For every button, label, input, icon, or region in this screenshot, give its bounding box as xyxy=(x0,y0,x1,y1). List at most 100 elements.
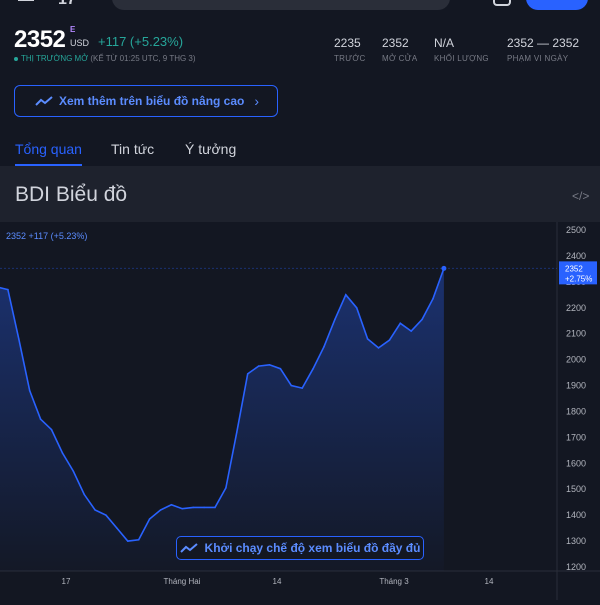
data-point xyxy=(432,297,434,300)
y-tick-label: 2500 xyxy=(566,225,586,235)
data-point xyxy=(203,506,205,509)
tab-overview[interactable]: Tổng quan xyxy=(15,141,82,166)
data-point xyxy=(148,518,151,520)
launch-full-chart-button[interactable]: Khởi chạy chế độ xem biểu đồ đầy đủ xyxy=(176,536,424,560)
last-price-value: 2352 xyxy=(565,264,583,273)
trend-line-icon xyxy=(179,543,198,553)
stat-label: MỞ CỬA xyxy=(382,54,418,63)
data-point xyxy=(410,330,413,332)
data-point xyxy=(61,452,64,454)
x-tick-label: Tháng Hai xyxy=(164,577,201,586)
x-tick-label: 14 xyxy=(273,577,282,586)
data-point xyxy=(137,539,140,541)
data-point xyxy=(323,345,325,348)
section-title: BDI Biểu đồ xyxy=(15,183,128,206)
data-point xyxy=(246,373,249,375)
get-started-button[interactable] xyxy=(526,0,588,10)
series-area-fill xyxy=(0,268,444,571)
data-point xyxy=(181,507,184,510)
data-point xyxy=(7,288,9,291)
market-status-label: THỊ TRƯỜNG MỞ xyxy=(21,54,89,63)
data-point xyxy=(39,418,42,420)
data-point xyxy=(290,384,293,387)
data-point xyxy=(170,504,173,506)
x-tick-label: 14 xyxy=(485,577,494,586)
data-point xyxy=(50,428,53,431)
data-point xyxy=(421,318,423,321)
y-tick-label: 1200 xyxy=(566,562,586,572)
y-tick-label: 1400 xyxy=(566,510,586,520)
stat-label: TRƯỚC xyxy=(334,54,366,63)
x-tick-label: 17 xyxy=(62,577,71,586)
stat-value: 2235 xyxy=(334,36,361,50)
data-point xyxy=(159,509,162,511)
advanced-chart-label: Xem thêm trên biểu đồ nâng cao xyxy=(59,94,245,108)
y-tick-label: 2200 xyxy=(566,303,586,313)
x-tick-label: Tháng 3 xyxy=(379,577,409,586)
y-tick-label: 1900 xyxy=(566,381,586,391)
data-point xyxy=(28,389,31,392)
stat-value: 2352 xyxy=(382,36,409,50)
market-status: THỊ TRƯỜNG MỞ (KỂ TỪ 01:25 UTC, 9 THG 3) xyxy=(14,54,196,63)
data-point xyxy=(268,364,271,366)
y-tick-label: 1700 xyxy=(566,432,586,442)
y-tick-label: 2100 xyxy=(566,329,586,339)
data-point xyxy=(301,387,304,389)
data-point xyxy=(257,365,260,367)
stat-value: N/A xyxy=(434,36,455,50)
y-tick-label: 1300 xyxy=(566,536,586,546)
data-point xyxy=(192,506,194,509)
price-chart[interactable]: 2500240023002200210020001900180017001600… xyxy=(0,222,600,600)
stat-value: 2352 — 2352 xyxy=(507,36,580,50)
data-point xyxy=(18,338,20,340)
y-tick-label: 1500 xyxy=(566,484,586,494)
data-point xyxy=(116,527,118,529)
symbol-quote: 2352 E USD +117 (+5.23%) THỊ TRƯỜNG MỞ (… xyxy=(14,25,594,66)
data-point xyxy=(83,493,85,496)
data-point xyxy=(334,318,336,321)
data-point xyxy=(225,487,227,489)
y-tick-label: 2000 xyxy=(566,355,586,365)
y-tick-label: 1800 xyxy=(566,406,586,416)
data-point xyxy=(441,265,447,271)
tab-bar: Tổng quan Tin tức Ý tưởng xyxy=(0,136,600,167)
data-point xyxy=(388,339,391,341)
stat-open: 2352 MỞ CỬA xyxy=(382,36,418,63)
data-point xyxy=(127,540,129,542)
last-price-change: +2.75% xyxy=(565,274,592,283)
data-point xyxy=(214,506,216,509)
data-point xyxy=(355,307,358,309)
stat-volume: N/A KHỐI LƯỢNG xyxy=(434,36,489,63)
data-point xyxy=(236,431,238,433)
stat-previous-close: 2235 TRƯỚC xyxy=(334,36,366,63)
stat-day-range: 2352 — 2352 PHẠM VI NGÀY xyxy=(507,36,579,63)
advanced-chart-button[interactable]: Xem thêm trên biểu đồ nâng cao › xyxy=(14,85,278,117)
data-point xyxy=(345,294,347,296)
market-status-time: (KỂ TỪ 01:25 UTC, 9 THG 3) xyxy=(90,54,196,63)
launch-full-chart-label: Khởi chạy chế độ xem biểu đồ đầy đủ xyxy=(204,541,421,555)
trend-line-icon xyxy=(35,96,53,106)
user-icon[interactable] xyxy=(493,0,511,6)
data-point xyxy=(377,347,380,349)
data-point xyxy=(366,338,369,340)
data-point xyxy=(105,514,107,516)
tab-news[interactable]: Tin tức xyxy=(111,141,154,157)
chevron-right-icon: › xyxy=(254,93,260,109)
menu-icon[interactable] xyxy=(18,0,34,4)
data-point xyxy=(94,509,96,511)
y-tick-label: 2400 xyxy=(566,251,586,261)
stat-label: KHỐI LƯỢNG xyxy=(434,54,489,63)
stat-label: PHẠM VI NGÀY xyxy=(507,54,569,63)
tab-ideas[interactable]: Ý tưởng xyxy=(185,141,236,157)
data-point xyxy=(279,367,282,370)
search-bar[interactable] xyxy=(112,0,450,10)
data-point xyxy=(72,470,75,472)
currency-label: USD xyxy=(70,38,90,48)
market-open-dot-icon xyxy=(14,56,18,61)
top-navigation-bar: 17 xyxy=(0,0,600,14)
embed-code-icon[interactable]: </> xyxy=(572,189,589,203)
logo-icon[interactable]: 17 xyxy=(58,0,76,9)
y-tick-label: 1600 xyxy=(566,458,586,468)
data-point xyxy=(399,322,402,325)
data-point xyxy=(312,367,314,370)
